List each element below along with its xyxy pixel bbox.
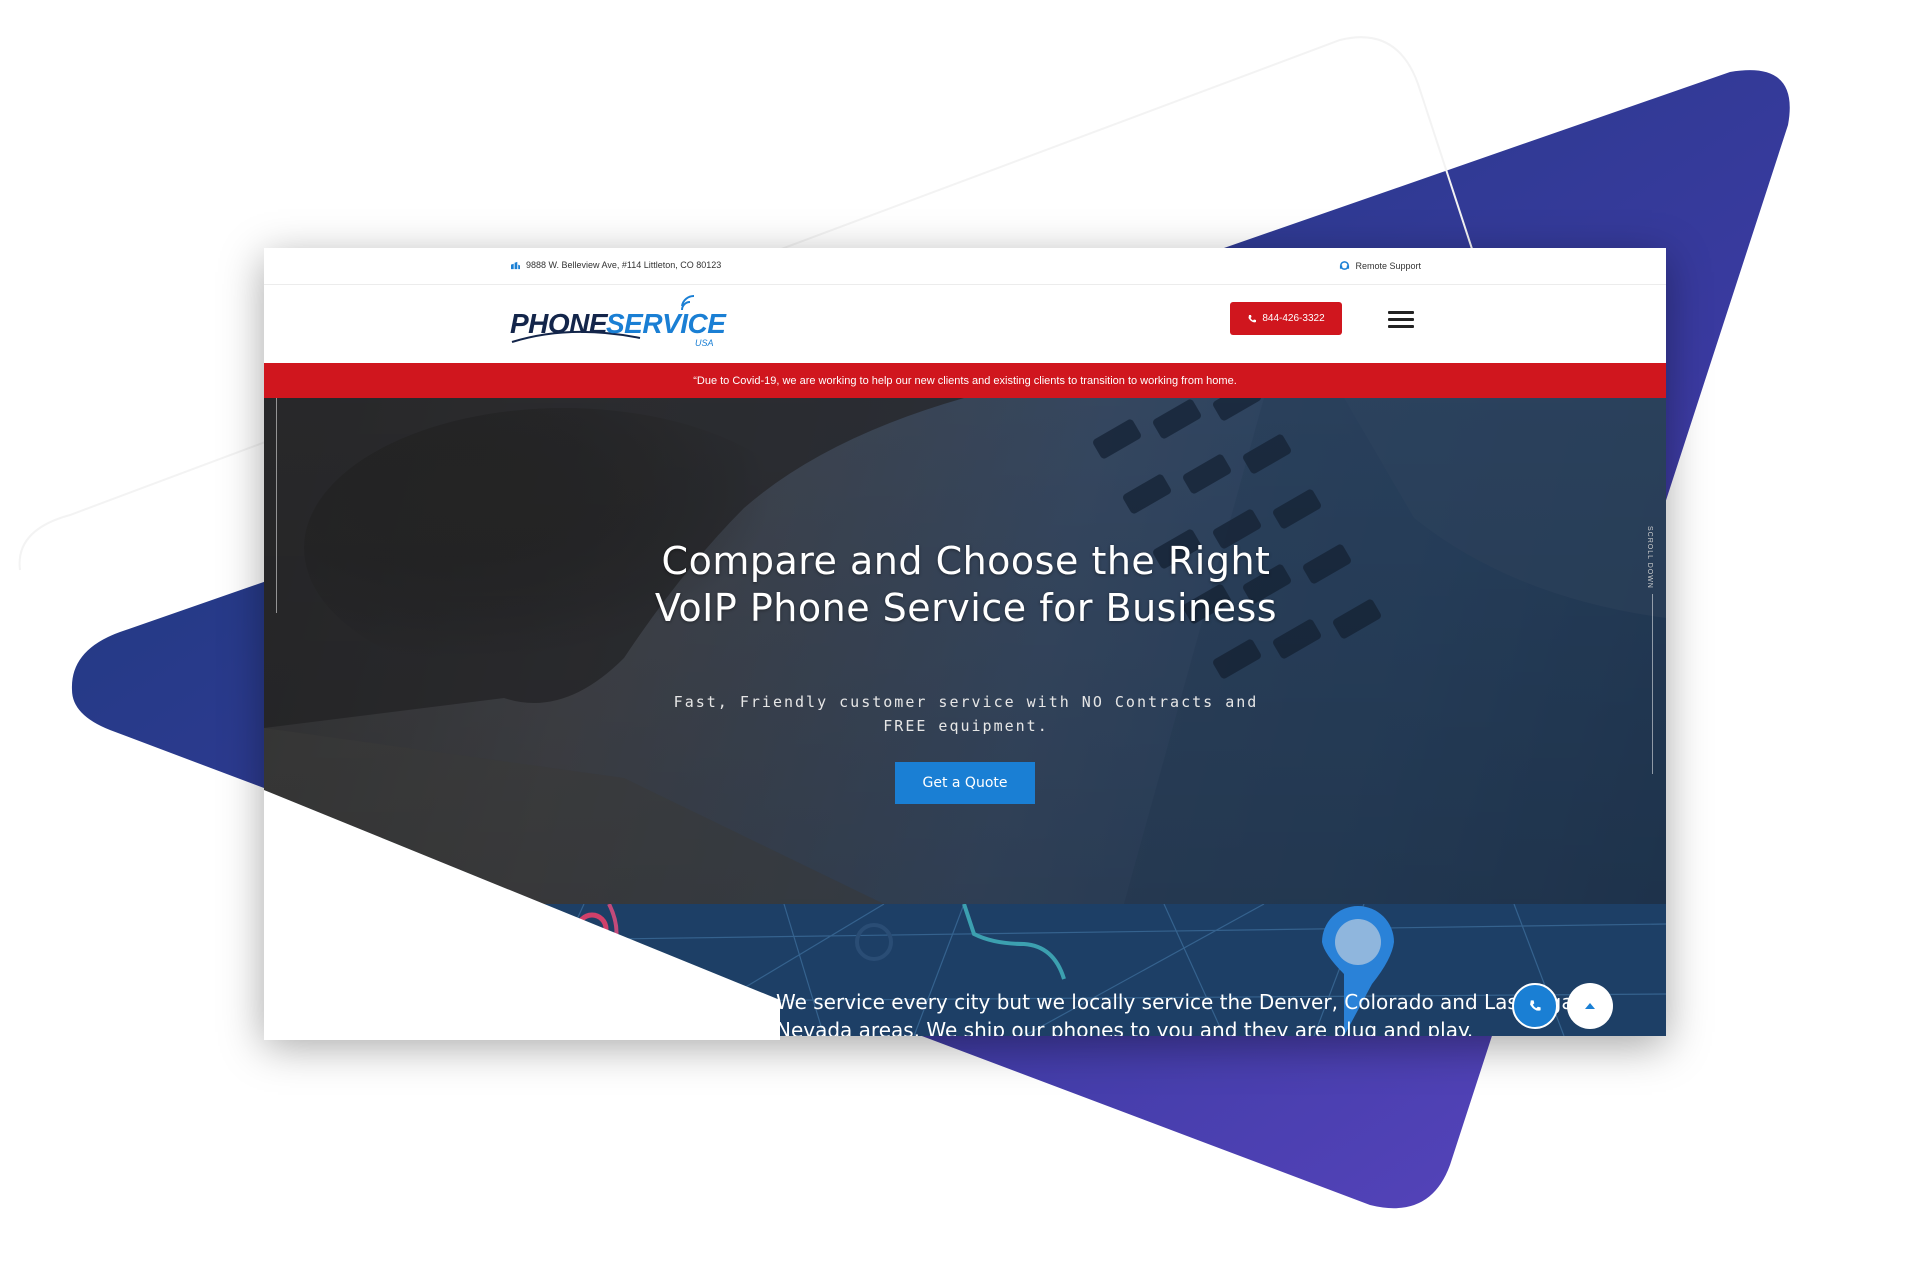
scroll-down-label[interactable]: SCROLL DOWN	[1646, 526, 1653, 589]
hero-section: Compare and Choose the Right VoIP Phone …	[264, 398, 1666, 904]
floating-call-button[interactable]	[1512, 983, 1558, 1029]
hero-title: Compare and Choose the Right VoIP Phone …	[654, 539, 1278, 630]
map-section: We service every city but we locally ser…	[264, 904, 1666, 1036]
phone-icon	[1248, 314, 1257, 322]
logo-word-service: SERVICE	[606, 308, 726, 339]
menu-icon[interactable]	[1388, 311, 1414, 329]
website-screenshot: 9888 W. Belleview Ave, #114 Littleton, C…	[264, 248, 1666, 1036]
site-logo[interactable]: PHONE SERVICE USA	[510, 294, 726, 350]
covid-alert-banner: “Due to Covid-19, we are working to help…	[264, 363, 1666, 398]
arrow-up-icon	[1585, 1003, 1595, 1009]
phone-icon	[1530, 1000, 1541, 1011]
logo-word-phone: PHONE	[510, 308, 608, 339]
remote-support-link[interactable]: Remote Support	[1339, 260, 1421, 271]
map-marker-icon	[511, 261, 520, 269]
scroll-line	[1652, 594, 1653, 774]
scroll-to-top-button[interactable]	[1567, 983, 1613, 1029]
get-quote-button[interactable]: Get a Quote	[895, 762, 1035, 804]
address-text: 9888 W. Belleview Ave, #114 Littleton, C…	[526, 260, 722, 270]
hero-subtitle: Fast, Friendly customer service with NO …	[673, 693, 1259, 735]
call-button[interactable]: 844-426-3322	[1230, 302, 1342, 335]
alert-text: “Due to Covid-19, we are working to help…	[693, 374, 1237, 387]
address-block: 9888 W. Belleview Ave, #114 Littleton, C…	[510, 260, 721, 270]
call-button-label: 844-426-3322	[1262, 313, 1325, 324]
top-bar: 9888 W. Belleview Ave, #114 Littleton, C…	[264, 248, 1666, 285]
remote-support-label: Remote Support	[1355, 260, 1421, 271]
headset-icon	[1340, 261, 1350, 270]
hero-overlay	[264, 398, 1666, 904]
site-header: PHONE SERVICE USA 844-426-3322	[264, 284, 1666, 363]
hero-left-line	[276, 398, 277, 613]
logo-word-usa: USA	[695, 338, 714, 348]
